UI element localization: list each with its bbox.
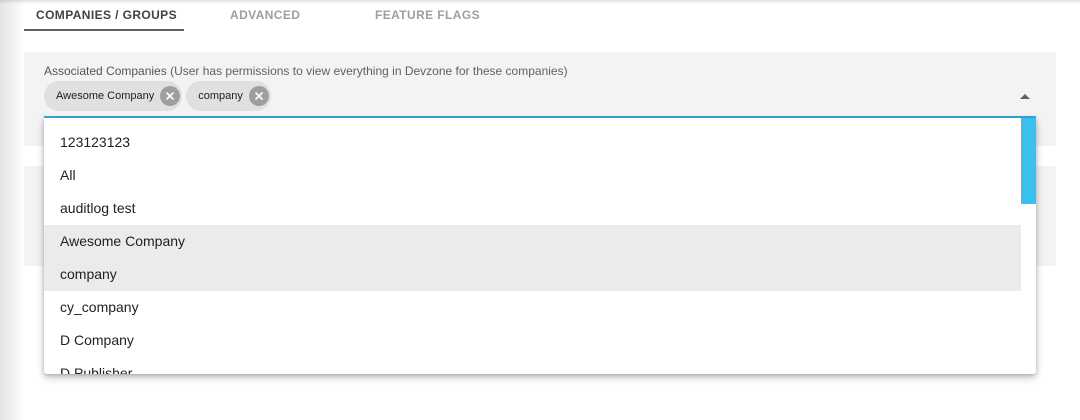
dropdown-option[interactable]: cy_company	[44, 291, 1021, 324]
chip-label: Awesome Company	[56, 90, 155, 102]
field-label-title: Associated Companies	[44, 64, 167, 78]
associated-companies-label: Associated Companies (User has permissio…	[44, 64, 568, 78]
page-shadow-edge	[0, 0, 24, 420]
field-label-note: (User has permissions to view everything…	[166, 64, 568, 78]
chip-label: company	[198, 90, 243, 102]
dropdown-option[interactable]: auditlog test	[44, 192, 1021, 225]
close-circle-icon[interactable]	[248, 86, 269, 106]
caret-up-icon[interactable]	[1020, 94, 1030, 99]
tab-companies-groups[interactable]: COMPANIES / GROUPS	[36, 8, 177, 22]
active-tab-indicator	[24, 29, 184, 31]
dropdown-option[interactable]: All	[44, 159, 1021, 192]
companies-dropdown-menu: 123123123 All auditlog test Awesome Comp…	[44, 118, 1036, 374]
dropdown-option-selected[interactable]: company	[44, 258, 1021, 291]
dropdown-option[interactable]: D Company	[44, 324, 1021, 357]
chip-awesome-company: Awesome Company	[44, 81, 183, 111]
dropdown-option[interactable]: 123123123	[44, 126, 1021, 159]
tab-feature-flags[interactable]: FEATURE FLAGS	[375, 8, 480, 22]
selected-companies-chips: Awesome Company company	[44, 81, 271, 111]
header-shadow	[0, 0, 1080, 4]
tab-advanced[interactable]: ADVANCED	[230, 8, 300, 22]
chip-company: company	[186, 81, 271, 111]
dropdown-option-selected[interactable]: Awesome Company	[44, 225, 1021, 258]
close-circle-icon[interactable]	[160, 86, 181, 106]
dropdown-scrollbar-thumb[interactable]	[1021, 118, 1036, 204]
dropdown-option[interactable]: D Publisher	[44, 357, 1021, 374]
